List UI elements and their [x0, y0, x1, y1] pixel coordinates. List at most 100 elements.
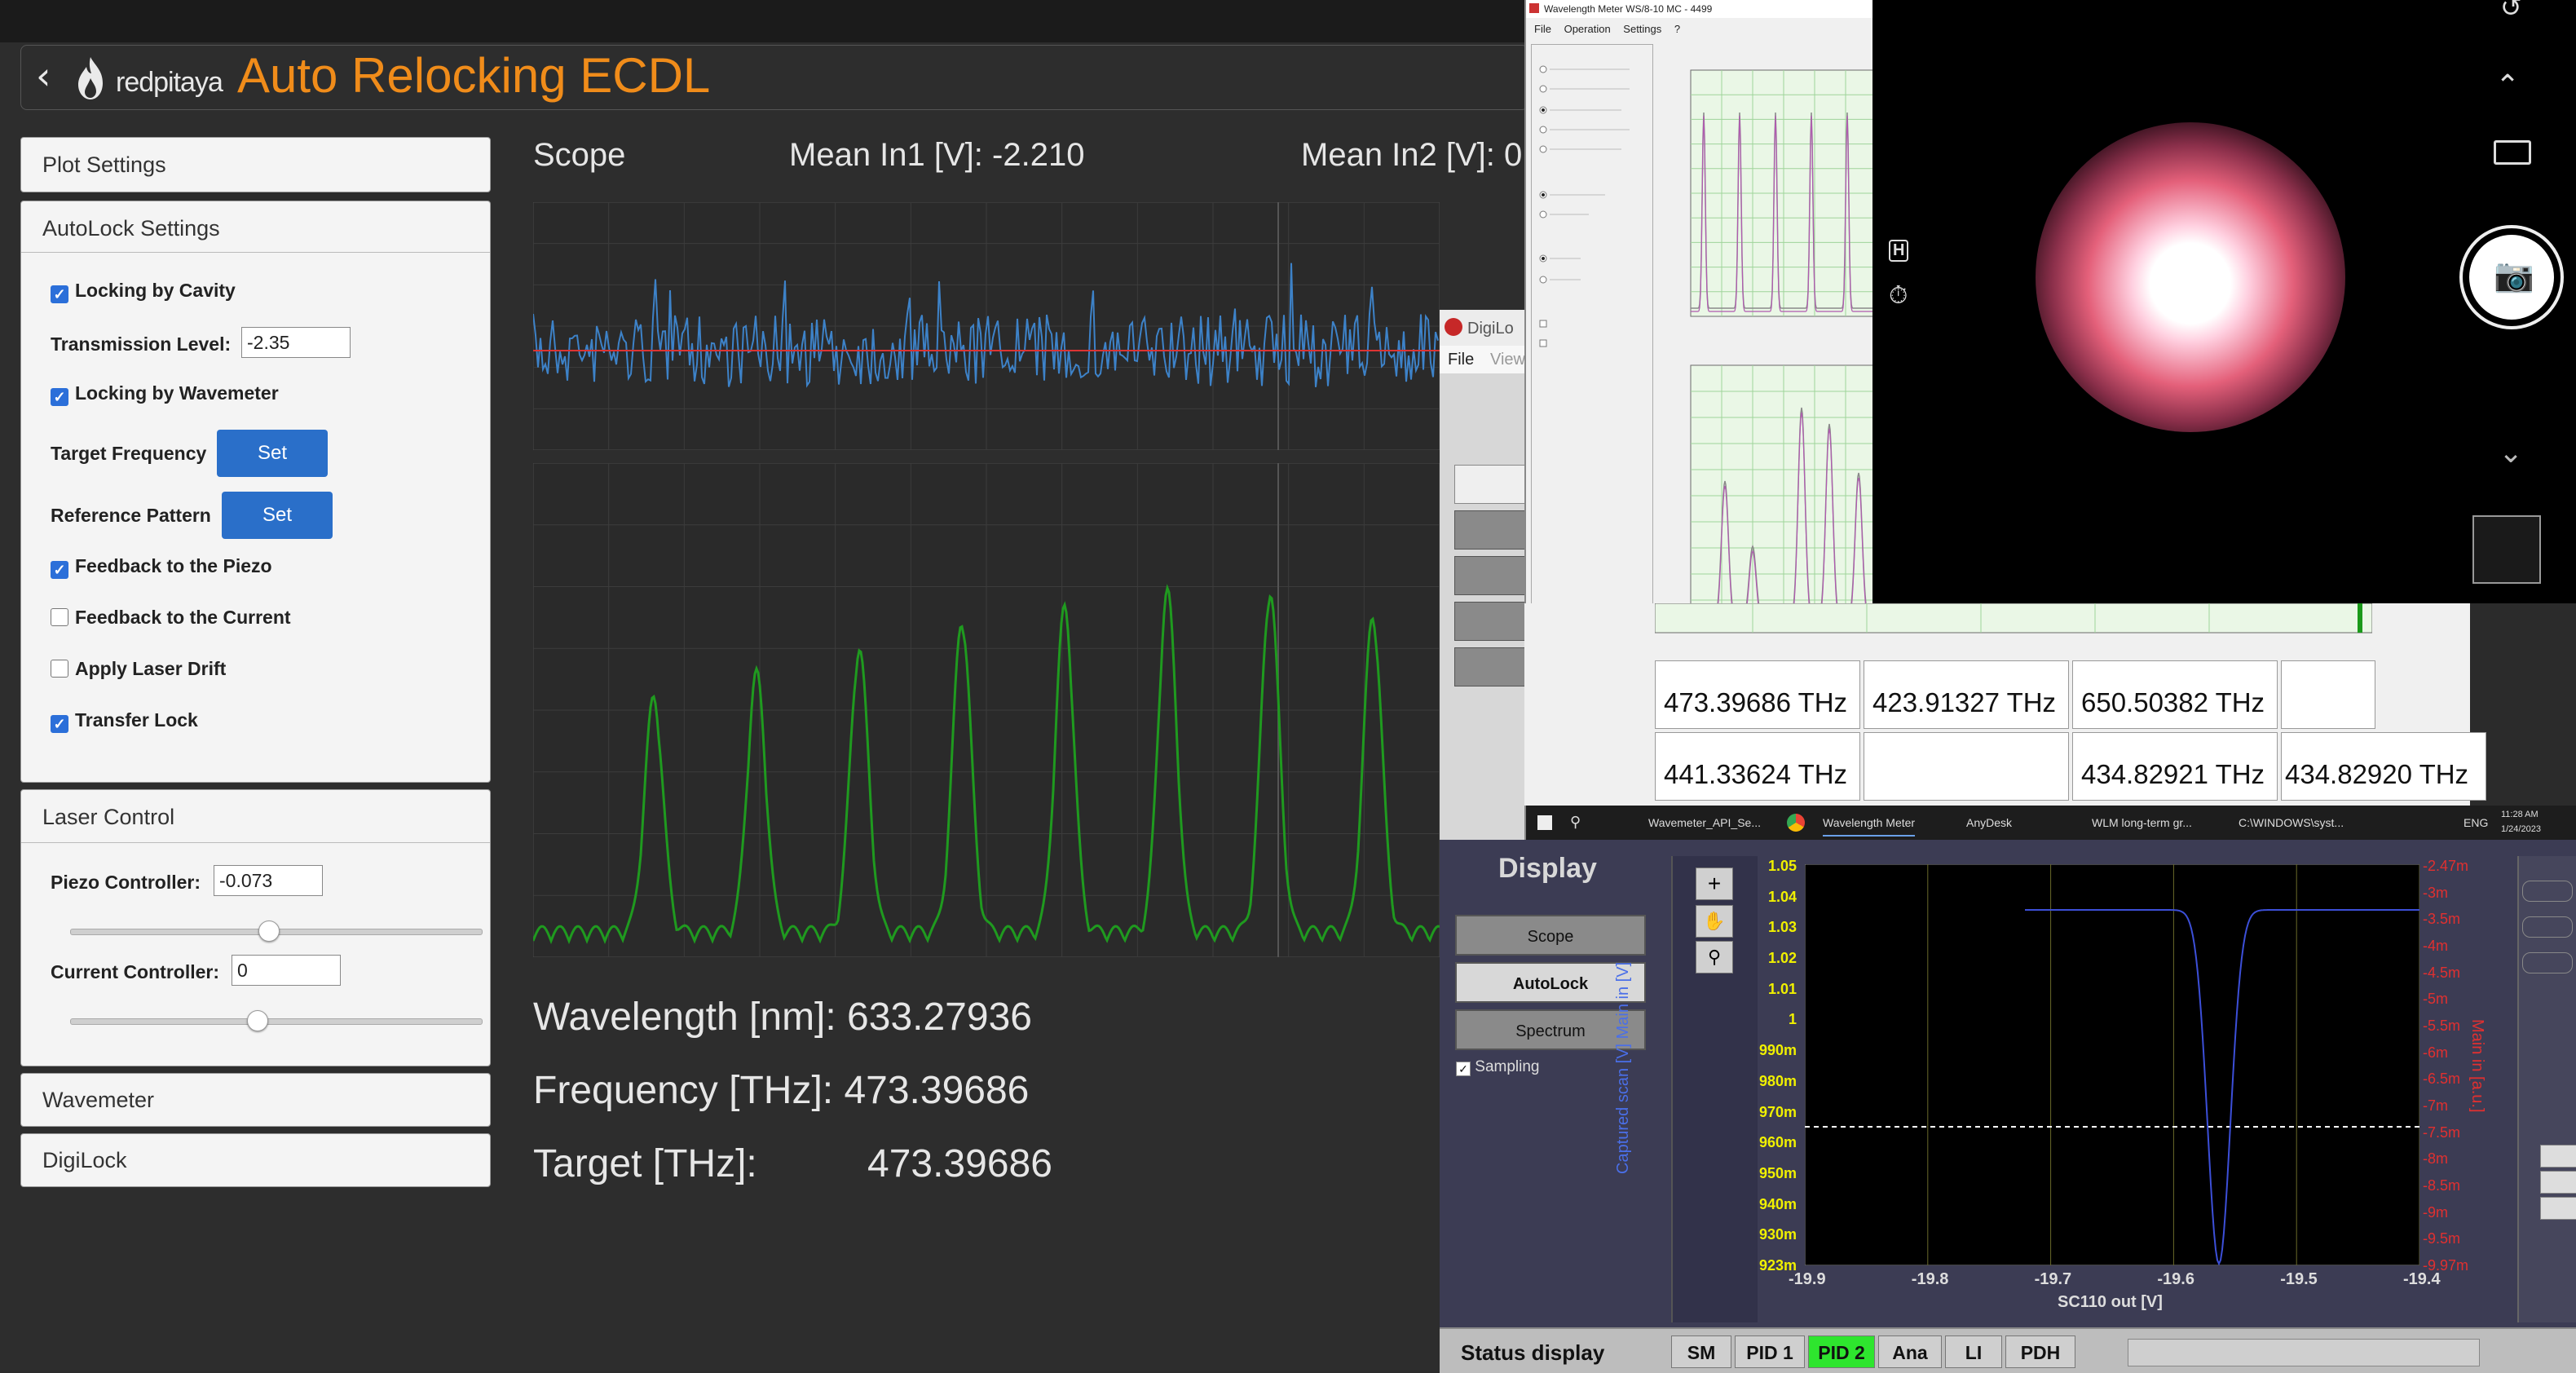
pan-hand-icon[interactable]: ✋: [1696, 905, 1733, 938]
chevron-up-icon[interactable]: ⌃: [2495, 68, 2520, 103]
signal-6-box: [1864, 732, 2069, 801]
menu-view[interactable]: View: [1490, 351, 1525, 369]
options-column: [1531, 44, 1653, 649]
panel-title[interactable]: AutoLock Settings: [42, 216, 220, 241]
check-icon: ✓: [51, 715, 68, 733]
video-icon[interactable]: [2494, 140, 2531, 165]
signal-2-box: 423.91327 THz: [1864, 660, 2069, 729]
transfer-lock-checkbox[interactable]: ✓ Transfer Lock: [51, 709, 198, 733]
wavemeter-panel[interactable]: Wavemeter: [20, 1073, 491, 1127]
y-right-tick-label: -5.5m: [2423, 1018, 2461, 1034]
slider-thumb[interactable]: [247, 1010, 268, 1031]
shutter-button[interactable]: 📷: [2459, 225, 2564, 329]
current-controller-input[interactable]: 0: [232, 955, 341, 986]
taskbar-item[interactable]: WLM long-term gr...: [2092, 810, 2192, 835]
apply-laser-drift-checkbox[interactable]: Apply Laser Drift: [51, 658, 226, 680]
divider: [21, 842, 490, 843]
y-right-tick-label: -9.5m: [2423, 1230, 2461, 1247]
status-pid2-button[interactable]: PID 2: [1808, 1335, 1875, 1368]
y-tick-label: 970m: [1758, 1103, 1797, 1120]
locking-by-wavemeter-checkbox[interactable]: ✓ Locking by Wavemeter: [51, 382, 279, 406]
digilock-button[interactable]: [1454, 510, 1526, 550]
scope-plot-in1[interactable]: [533, 202, 1440, 450]
taskbar-item[interactable]: C:\WINDOWS\syst...: [2239, 810, 2344, 835]
current-controller-label: Current Controller:: [51, 961, 219, 982]
back-chevron-icon[interactable]: ‹: [36, 54, 51, 98]
digilock-button[interactable]: [1454, 556, 1526, 595]
y-tick-label: 1.02: [1767, 950, 1797, 967]
digilock-window-top: DigiLo File View: [1440, 310, 1526, 840]
taskbar-item[interactable]: Wavemeter_API_Se...: [1648, 810, 1761, 835]
language-indicator[interactable]: ENG: [2464, 810, 2488, 835]
taskbar-item[interactable]: AnyDesk: [1966, 810, 2012, 835]
digilock-button[interactable]: [1454, 602, 1526, 641]
panel-title[interactable]: Laser Control: [42, 805, 174, 830]
status-pdh-button[interactable]: PDH: [2005, 1335, 2075, 1368]
plot-settings-panel[interactable]: Plot Settings: [20, 137, 491, 192]
y-right-tick-label: -4.5m: [2423, 964, 2461, 981]
signal-c-box: 434.82920 THz: [2281, 732, 2486, 801]
divider: [21, 252, 490, 253]
digilock-plot[interactable]: [1805, 864, 2419, 1265]
chevron-down-icon[interactable]: ⌄: [2499, 435, 2523, 470]
laser-control-panel: Laser Control Piezo Controller: -0.073 C…: [20, 789, 491, 1066]
piezo-slider[interactable]: [70, 920, 483, 942]
x-tick-label: -19.6: [2157, 1270, 2194, 1288]
y-right-tick-label: -7m: [2423, 1097, 2448, 1114]
menu-file[interactable]: File: [1448, 351, 1474, 369]
current-slider[interactable]: [70, 1010, 483, 1031]
gallery-thumbnail[interactable]: [2472, 515, 2541, 584]
transmission-level-input[interactable]: -2.35: [241, 327, 351, 358]
target-frequency-set-button[interactable]: Set: [217, 430, 328, 477]
y-tick-label: 930m: [1758, 1226, 1797, 1243]
page-title: Auto Relocking ECDL: [237, 48, 711, 103]
x-tick-label: -19.9: [1789, 1270, 1826, 1288]
piezo-controller-input[interactable]: -0.073: [214, 865, 323, 896]
y-tick-label: 980m: [1758, 1072, 1797, 1089]
feedback-piezo-checkbox[interactable]: ✓ Feedback to the Piezo: [51, 555, 272, 579]
slider-thumb[interactable]: [258, 920, 280, 942]
locking-by-cavity-checkbox[interactable]: ✓ Locking by Cavity: [51, 280, 236, 303]
windows-start-icon[interactable]: [1537, 815, 1552, 830]
digilock-button[interactable]: [1454, 465, 1526, 504]
y-tick-label: 960m: [1758, 1134, 1797, 1151]
signal-7-box: 434.82921 THz: [2072, 732, 2278, 801]
menu-bar: File Operation Settings ?: [1534, 23, 1681, 35]
mean-in2-readout: Mean In2 [V]: 0: [1301, 137, 1523, 173]
zoom-reset-icon[interactable]: ⚲: [1696, 941, 1733, 973]
target-label: Target [THz]:: [533, 1142, 757, 1185]
taskbar-item[interactable]: Wavelength Meter: [1823, 810, 1916, 837]
zoom-in-icon[interactable]: +: [1696, 868, 1733, 900]
digilock-panel[interactable]: DigiLock: [20, 1133, 491, 1187]
timer-icon[interactable]: ⏱: [1889, 282, 1908, 310]
scope-plot-in2[interactable]: [533, 463, 1440, 957]
status-pid1-button[interactable]: PID 1: [1735, 1335, 1805, 1368]
scope-button[interactable]: Scope: [1455, 915, 1646, 956]
status-sm-button[interactable]: SM: [1671, 1335, 1731, 1368]
x-axis-label: SC110 out [V]: [2058, 1293, 2163, 1311]
target-readout: 473.39686: [867, 1142, 1052, 1185]
signal-3-box: 650.50382 THz: [2072, 660, 2278, 729]
chrome-icon[interactable]: [1787, 814, 1805, 832]
scope-label: Scope: [533, 137, 626, 173]
y-axis-label-left: Captured scan [V] Main in [V]: [1614, 961, 1632, 1174]
autolock-settings-panel: AutoLock Settings ✓ Locking by Cavity Tra…: [20, 201, 491, 783]
window-title: Wavelength Meter WS/8-10 MC - 4499: [1544, 3, 1713, 15]
app-icon: [1529, 3, 1539, 13]
hdr-icon[interactable]: H: [1889, 240, 1909, 262]
rotate-icon[interactable]: ↺: [2500, 0, 2522, 23]
y-tick-label: 1.01: [1767, 980, 1797, 997]
check-icon: ✓: [51, 561, 68, 579]
y-right-tick-label: -5m: [2423, 991, 2448, 1008]
status-ana-button[interactable]: Ana: [1878, 1335, 1942, 1368]
digilock-button[interactable]: [1454, 647, 1526, 686]
signal-4-box: [2281, 660, 2375, 729]
flame-icon: [78, 57, 103, 99]
status-li-button[interactable]: LI: [1945, 1335, 2002, 1368]
reference-pattern-set-button[interactable]: Set: [222, 492, 333, 539]
search-icon[interactable]: ⚲: [1570, 814, 1581, 831]
x-tick-label: -19.8: [1911, 1270, 1949, 1288]
feedback-current-checkbox[interactable]: Feedback to the Current: [51, 607, 291, 629]
sampling-checkbox[interactable]: ✓ Sampling: [1456, 1058, 1540, 1076]
status-display-label: Status display: [1461, 1340, 1605, 1365]
